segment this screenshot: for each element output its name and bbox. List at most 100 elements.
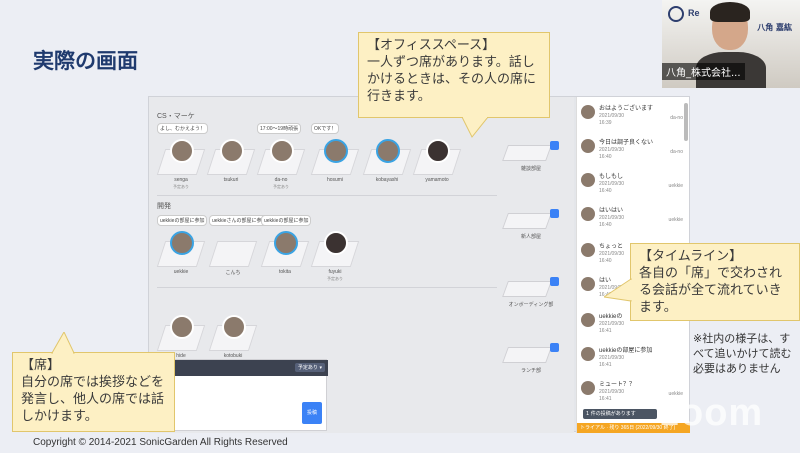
timeline-meta: 2021/09/30 16:41 — [599, 389, 624, 403]
timeline-item[interactable]: uekkieの部屋に参加 2021/09/30 16:41 — [581, 343, 683, 377]
timeline-time: 16:40 — [599, 188, 612, 194]
timeline-scrollbar[interactable] — [684, 103, 688, 141]
timeline-time: 16:40 — [599, 258, 612, 264]
desk — [208, 241, 258, 267]
timeline-date: 2021/09/30 — [599, 215, 625, 221]
seat[interactable]: OKです！ hosumi — [310, 123, 360, 191]
participant-name: 八角_株式会社... — [662, 63, 745, 80]
timeline-text: uekkieの — [599, 314, 623, 320]
video-tile[interactable]: Re 八角 嘉紘 八角_株式会社... — [662, 0, 800, 88]
schedule-dropdown[interactable]: 予定あり ▾ — [294, 363, 325, 372]
timeline-date: 2021/09/30 — [599, 181, 625, 187]
timeline-text: もしもし — [599, 174, 624, 180]
section-label-dev: 開発 — [157, 203, 171, 210]
room-newcomer[interactable]: 新人部屋 — [501, 209, 561, 249]
seat[interactable]: fuyuki 予定あり — [310, 221, 360, 283]
seat-name: fuyuki — [328, 269, 342, 275]
seat[interactable]: uekkieの部屋に参加 tokita — [260, 215, 312, 283]
timeline-meta: 2021/09/30 16:41 — [599, 321, 624, 335]
room-badge-icon — [550, 209, 559, 218]
timeline-date: 2021/09/30 — [599, 355, 625, 361]
participant-hair — [710, 2, 750, 22]
office-floor: CS・マーケ よし、むかえよう！ senga 予定あり tsukuri 17:0… — [149, 97, 574, 433]
avatar — [324, 231, 348, 255]
avatar — [581, 313, 595, 327]
timeline-text: uekkieの部屋に参加 — [599, 348, 653, 354]
avatar — [581, 347, 595, 361]
room-name: 雑談部屋 — [520, 166, 541, 172]
timeline-item[interactable]: もしもし 2021/09/30 16:40 uekkie — [581, 169, 683, 203]
timeline-meta: 2021/09/30 16:40 — [599, 181, 624, 195]
composer-toolbar: 予定あり ▾ — [158, 360, 328, 376]
room-name: ランチ部 — [520, 368, 541, 374]
room-lunch[interactable]: ランチ部 — [501, 343, 561, 383]
timeline-reply[interactable]: da-no — [670, 115, 683, 121]
callout-tail — [51, 332, 75, 354]
slide-title: 実際の画面 — [33, 49, 138, 73]
room-badge-icon — [550, 141, 559, 150]
callout-title: 【席】 — [21, 358, 61, 373]
wall-sign: 八角 嘉紘 — [757, 23, 792, 32]
seat-name: hosumi — [326, 177, 344, 183]
timeline-text: ちょっと — [599, 244, 624, 250]
timeline-time: 16:41 — [599, 328, 612, 334]
room-onboarding[interactable]: オンボーディング部 — [501, 277, 561, 317]
room-plate — [502, 281, 552, 297]
section-divider — [157, 195, 497, 196]
timeline-reply[interactable]: uekkie — [669, 183, 683, 189]
seat[interactable]: uekkieの部屋に参加 uekkie — [156, 215, 208, 283]
seat[interactable]: kobayashi — [362, 129, 412, 191]
callout-tail — [604, 278, 632, 302]
timeline-meta: 2021/09/30 16:40 — [599, 215, 624, 229]
timeline-date: 2021/09/30 — [599, 321, 625, 327]
timeline-item[interactable]: はいはい 2021/09/30 16:40 uekkie — [581, 203, 683, 237]
room-chat[interactable]: 雑談部屋 — [501, 141, 561, 181]
timeline-meta: 2021/09/30 16:39 — [599, 113, 624, 127]
avatar — [581, 105, 595, 119]
timeline-time: 16:39 — [599, 120, 612, 126]
callout-seat: 【席】 自分の席では挨拶などを発言し、他人の席では話しかけます。 — [12, 352, 175, 432]
send-button[interactable]: 投稿 — [302, 402, 322, 424]
timeline-item[interactable]: 今日は調子良くない 2021/09/30 16:40 da-no — [581, 135, 683, 169]
seat[interactable]: 17:00〜19時頑張 da-no 予定あり — [256, 123, 306, 191]
avatar — [581, 381, 595, 395]
timeline-meta: 2021/09/30 16:40 — [599, 147, 624, 161]
copyright: Copyright © 2014-2021 SonicGarden All Ri… — [33, 437, 288, 448]
seat[interactable]: yamamoto — [412, 129, 462, 191]
callout-office-space: 【オフィススペース】 一人ずつ席があります。話しかけるときは、その人の席に行きま… — [358, 32, 550, 118]
room-name: 新人部屋 — [520, 234, 541, 240]
timeline-reply[interactable]: da-no — [670, 149, 683, 155]
callout-body: 一人ずつ席があります。話しかけるときは、その人の席に行きます。 — [367, 55, 537, 104]
seat-status: 予定あり — [327, 276, 343, 281]
timeline-reply[interactable]: uekkie — [669, 217, 683, 223]
timeline-time: 16:40 — [599, 222, 612, 228]
callout-timeline: 【タイムライン】 各自の「席」で交わされる会話が全て流れていきます。 — [630, 243, 800, 321]
avatar — [376, 139, 400, 163]
avatar — [222, 315, 246, 339]
timeline-date: 2021/09/30 — [599, 147, 625, 153]
new-post-banner[interactable]: 1 件の投稿があります — [583, 409, 657, 419]
logo-text: Re — [688, 8, 700, 18]
avatar — [170, 231, 194, 255]
avatar — [426, 139, 450, 163]
timeline-text: 今日は調子良くない — [599, 140, 654, 146]
avatar — [581, 243, 595, 257]
timeline-time: 16:41 — [599, 362, 612, 368]
seat[interactable]: よし、むかえよう！ senga 予定あり — [156, 123, 209, 191]
message-composer[interactable]: 予定あり ▾ 投稿 — [157, 359, 328, 431]
avatar — [170, 315, 194, 339]
room-name: オンボーディング部 — [508, 302, 554, 308]
seat-name: tokita — [279, 269, 291, 275]
seat-status: 予定あり — [173, 184, 189, 189]
avatar — [581, 173, 595, 187]
room-plate — [502, 213, 552, 229]
seat[interactable]: tsukuri — [206, 129, 256, 191]
avatar — [220, 139, 244, 163]
timeline-text: ミュート？？ — [599, 382, 636, 388]
seat-name: da-no — [274, 177, 288, 183]
seat[interactable]: kotobuki — [208, 305, 258, 367]
timeline-item[interactable]: おはようございます 2021/09/30 16:39 da-no — [581, 101, 683, 135]
status-bubble: OKです！ — [311, 123, 340, 134]
callout-title: 【オフィススペース】 — [367, 38, 496, 53]
seat[interactable]: uekkieさんの部屋に参加 こんち — [208, 215, 270, 283]
